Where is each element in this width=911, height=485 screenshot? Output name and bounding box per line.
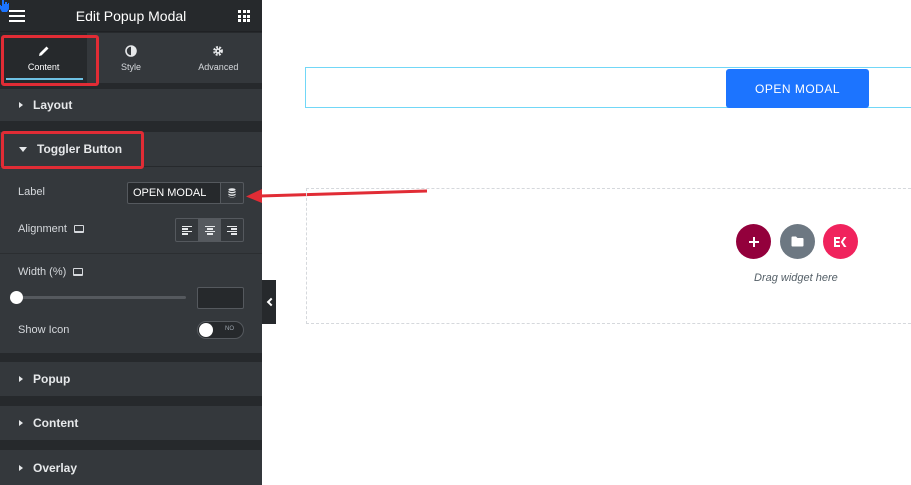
panel-header: Edit Popup Modal — [0, 0, 262, 32]
alignment-choices — [175, 218, 244, 242]
divider — [0, 440, 262, 450]
divider — [0, 353, 262, 362]
width-label-text: Width (%) — [18, 266, 67, 278]
divider — [0, 396, 262, 406]
tab-style-label: Style — [120, 62, 141, 72]
width-control-label: Width (%) — [18, 266, 84, 278]
show-icon-label: Show Icon — [18, 324, 70, 336]
elementskit-templates-button[interactable] — [823, 224, 858, 259]
align-center-button[interactable] — [198, 219, 222, 241]
section-content-label: Content — [33, 416, 79, 430]
highlight-toggler-section — [1, 131, 144, 169]
tab-advanced-label: Advanced — [198, 62, 239, 72]
plus-icon — [748, 236, 759, 247]
caret-right-icon — [19, 420, 23, 426]
grid-icon[interactable] — [238, 10, 250, 22]
divider — [0, 253, 262, 254]
section-overlay-label: Overlay — [33, 460, 78, 475]
open-modal-button[interactable]: OPEN MODAL — [726, 69, 869, 108]
desktop-icon[interactable] — [73, 225, 84, 233]
switch-state-text: NO — [225, 326, 234, 332]
hamburger-icon[interactable] — [9, 10, 25, 22]
align-right-icon — [227, 225, 238, 235]
label-input[interactable]: OPEN MODAL — [127, 182, 221, 204]
section-popup-label: Popup — [33, 372, 71, 386]
section-layout[interactable]: Layout — [0, 89, 262, 121]
add-template-button[interactable] — [780, 224, 815, 259]
align-center-icon — [204, 225, 215, 235]
section-popup[interactable]: Popup — [0, 362, 262, 396]
dynamic-tags-button[interactable] — [220, 182, 244, 204]
highlight-content-tab — [1, 35, 99, 86]
chevron-left-icon — [266, 297, 275, 307]
elementskit-logo-icon — [833, 236, 846, 247]
section-overlay[interactable]: Overlay — [0, 450, 262, 485]
widget-drop-zone[interactable] — [306, 188, 911, 324]
folder-icon — [791, 236, 804, 247]
align-left-icon — [181, 225, 192, 235]
alignment-control-label: Alignment — [18, 223, 84, 235]
caret-right-icon — [19, 376, 23, 382]
gear-icon — [211, 44, 225, 58]
section-content[interactable]: Content — [0, 406, 262, 440]
collapse-panel-button[interactable] — [262, 280, 276, 324]
section-layout-label: Layout — [33, 98, 73, 112]
width-slider-handle[interactable] — [10, 291, 23, 304]
tab-style[interactable]: Style — [87, 33, 174, 83]
desktop-icon[interactable] — [73, 268, 84, 276]
add-section-button[interactable] — [736, 224, 771, 259]
tab-advanced[interactable]: Advanced — [175, 33, 262, 83]
switch-knob — [199, 323, 213, 337]
align-left-button[interactable] — [176, 219, 199, 241]
contrast-icon — [124, 44, 138, 58]
caret-right-icon — [19, 102, 23, 108]
width-slider-track[interactable] — [18, 296, 186, 299]
align-right-button[interactable] — [221, 219, 243, 241]
hand-cursor-icon — [0, 0, 9, 12]
label-control-label: Label — [18, 186, 45, 198]
caret-right-icon — [19, 464, 23, 471]
database-icon — [228, 188, 236, 198]
show-icon-switch[interactable]: NO — [197, 321, 244, 339]
panel-title: Edit Popup Modal — [75, 7, 187, 24]
width-number-input[interactable] — [197, 287, 244, 309]
alignment-label-text: Alignment — [18, 223, 67, 235]
drag-widget-hint: Drag widget here — [754, 272, 838, 284]
